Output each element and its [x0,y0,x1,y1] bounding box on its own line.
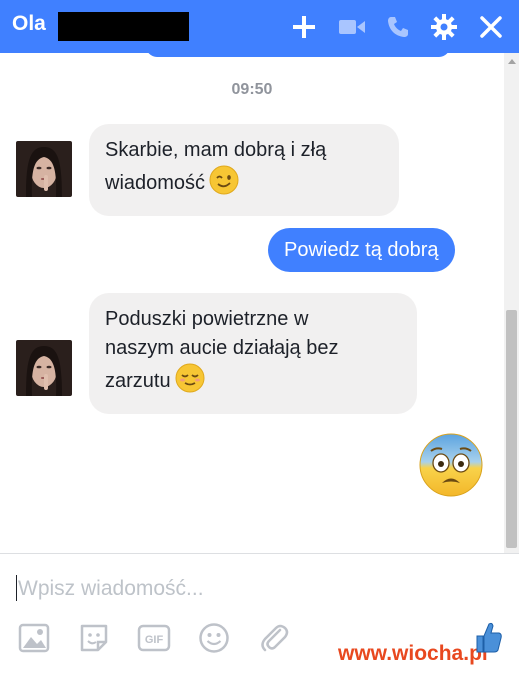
close-icon[interactable] [477,13,505,41]
thumbs-up-icon [473,620,503,659]
scroll-up-arrow[interactable] [508,59,516,64]
scrollbar-thumb[interactable] [506,310,517,548]
message-input[interactable] [18,574,318,604]
phone-icon[interactable] [384,13,412,41]
sticker-icon[interactable] [76,620,112,656]
emoji-icon[interactable] [196,620,232,656]
relieved-face-emoji [175,363,205,402]
winking-face-emoji [209,165,239,204]
watermark: www.wiocha.pl [338,642,488,665]
fearful-face-emoji[interactable] [418,432,484,503]
message-list[interactable]: 09:50 Skarbie, mam dobrą i złą wiadomość… [0,53,519,553]
avatar[interactable] [16,141,72,197]
chat-header: Ola [0,0,519,53]
previous-outgoing-bubble [146,53,450,57]
plus-icon[interactable] [290,13,318,41]
attachment-icon[interactable] [256,620,292,656]
message-line: Poduszki powietrzne w [105,308,309,330]
composer: GIF www.wiocha.pl [0,554,519,675]
gear-icon[interactable] [430,13,458,41]
message-line: Skarbie, mam dobrą i złą [105,139,327,161]
gif-icon[interactable]: GIF [136,620,172,656]
svg-text:GIF: GIF [145,634,164,646]
avatar[interactable] [16,340,72,396]
redacted-surname [58,12,189,41]
message-line: wiadomość [105,172,206,194]
photo-icon[interactable] [16,620,52,656]
incoming-message-bubble[interactable]: Skarbie, mam dobrą i złą wiadomość [89,124,399,216]
text-caret [16,575,17,601]
message-line: naszym aucie działają bez [105,337,339,359]
contact-name[interactable]: Ola [12,12,46,36]
message-timestamp: 09:50 [231,81,273,98]
outgoing-message-bubble[interactable]: Powiedz tą dobrą [268,228,455,272]
message-line: zarzutu [105,370,171,392]
incoming-message-bubble[interactable]: Poduszki powietrzne w naszym aucie dział… [89,293,417,414]
video-camera-icon[interactable] [338,13,366,41]
